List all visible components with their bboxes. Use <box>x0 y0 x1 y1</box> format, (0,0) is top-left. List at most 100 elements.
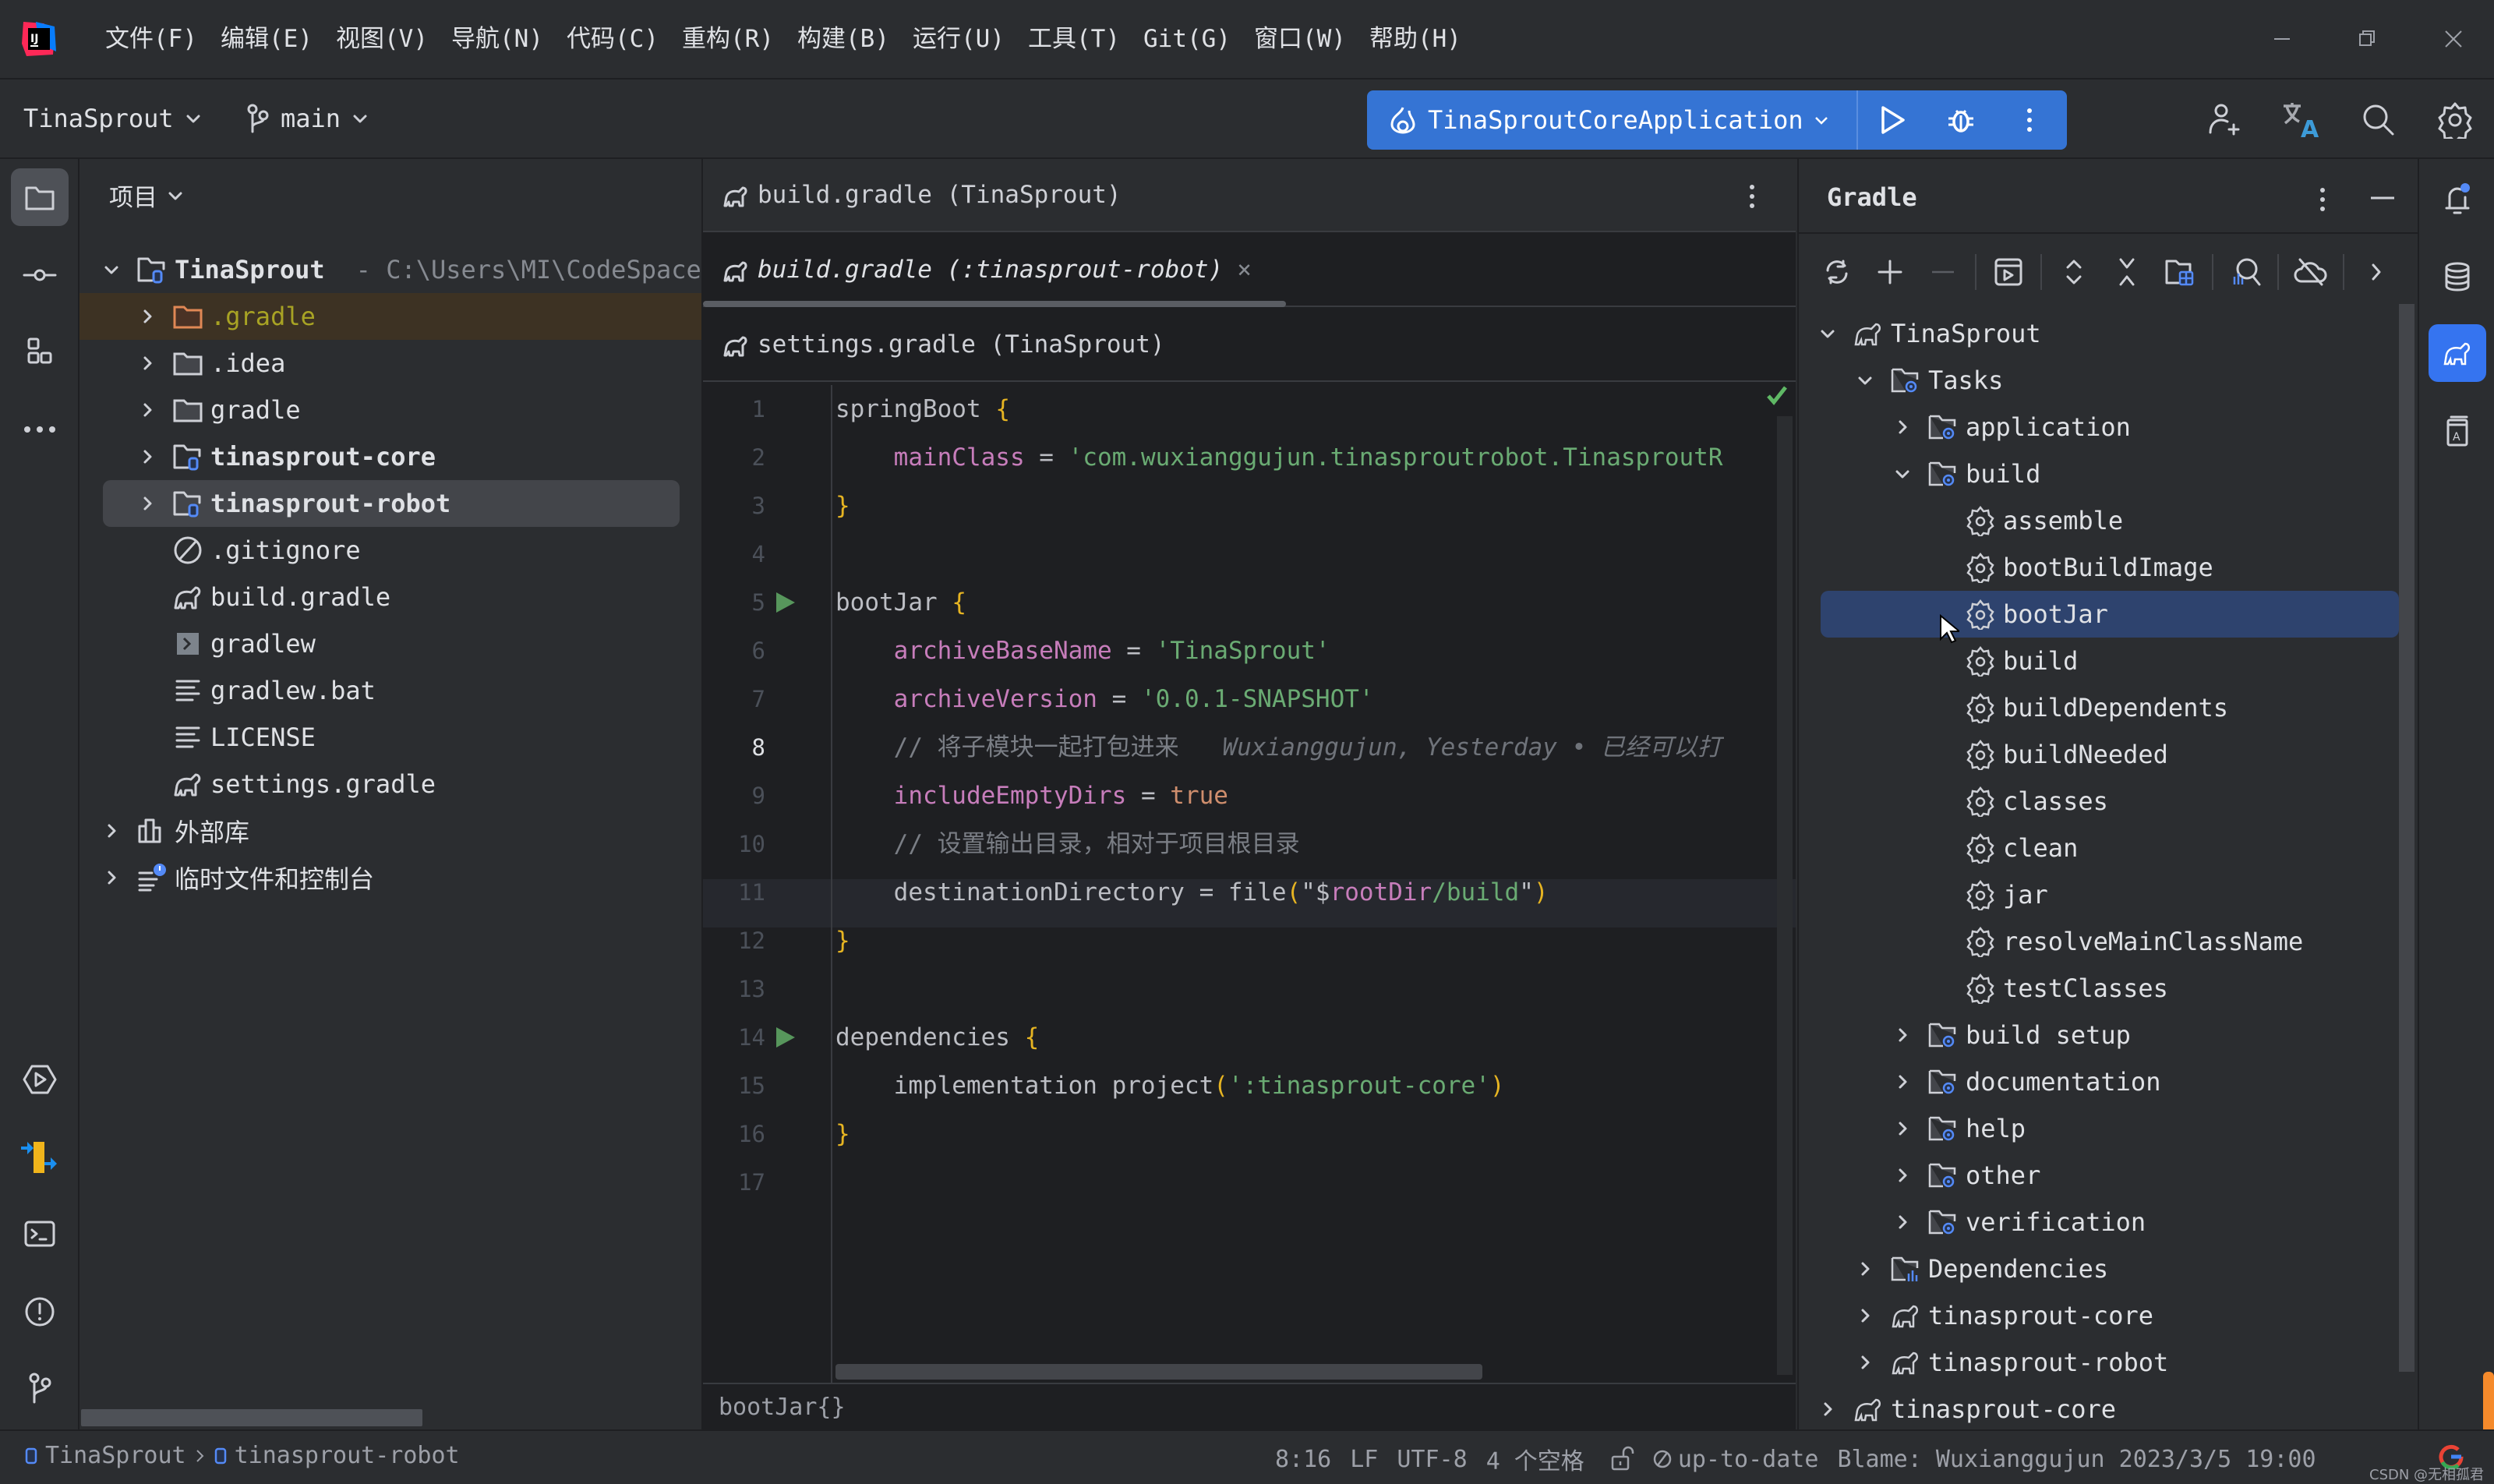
settings-button[interactable] <box>2433 98 2477 142</box>
menu-file[interactable]: 文件(F) <box>94 0 209 78</box>
structure-tool-button[interactable] <box>11 323 69 380</box>
run-gutter-icon[interactable] <box>775 1026 797 1049</box>
chevron-right-icon[interactable] <box>136 398 159 422</box>
code-line[interactable]: destinationDirectory = file("$rootDir/bu… <box>835 868 1549 917</box>
plugin-tool-button[interactable] <box>11 1129 69 1186</box>
project-tool-button[interactable] <box>11 168 69 226</box>
menu-git[interactable]: Git(G) <box>1132 0 1242 78</box>
chevron-right-icon[interactable] <box>136 445 159 468</box>
tree-item-tinasprout-robot[interactable]: tinasprout-robot <box>136 480 450 527</box>
gradle-tree-item[interactable]: bootBuildImage <box>1928 544 2213 591</box>
tree-item-external-libs[interactable]: 外部库 <box>100 807 249 854</box>
offline-mode-button[interactable] <box>2287 248 2335 296</box>
code-line[interactable]: // 设置输出目录，相对于项目根目录 <box>835 820 1300 868</box>
run-config-selector[interactable]: TinaSproutCoreApplication <box>1367 90 1858 150</box>
run-task-button[interactable] <box>1984 248 2033 296</box>
analyze-deps-button[interactable] <box>2221 248 2270 296</box>
run-gutter-icon[interactable] <box>775 591 797 614</box>
commit-tool-button[interactable] <box>11 246 69 304</box>
gradle-tree-item[interactable]: assemble <box>1928 497 2123 544</box>
nav-path-root[interactable]: TinaSprout <box>45 1442 186 1469</box>
menu-navigate[interactable]: 导航(N) <box>440 0 555 78</box>
chevron-down-icon[interactable] <box>1891 462 1914 486</box>
minimize-button[interactable] <box>2235 0 2329 78</box>
tree-item-settings-gradle[interactable]: settings.gradle <box>171 761 436 807</box>
chevron-right-icon[interactable] <box>1853 1351 1877 1374</box>
menu-edit[interactable]: 编辑(E) <box>209 0 324 78</box>
chevron-right-icon[interactable] <box>136 492 159 515</box>
code-line[interactable]: archiveVersion = '0.0.1-SNAPSHOT' <box>835 675 1374 723</box>
inspection-ok-checkmark-icon[interactable] <box>1766 385 1788 405</box>
menu-help[interactable]: 帮助(H) <box>1358 0 1473 78</box>
tree-item-license[interactable]: LICENSE <box>171 714 316 761</box>
tree-item-gradle-dir[interactable]: .gradle <box>136 293 316 340</box>
gradle-tree-item[interactable]: buildNeeded <box>1928 731 2168 778</box>
tree-item-tinasprout-core[interactable]: tinasprout-core <box>136 433 436 480</box>
gradle-tree-item[interactable]: TinaSprout <box>1816 310 2041 357</box>
chevron-right-icon[interactable] <box>1891 1070 1914 1094</box>
tree-item-gradle[interactable]: gradle <box>136 387 301 433</box>
reload-button[interactable] <box>1813 248 1861 296</box>
tree-item-gradlew[interactable]: gradlew <box>171 620 316 667</box>
hide-panel-icon[interactable] <box>2369 190 2396 206</box>
git-tool-button[interactable] <box>11 1359 69 1417</box>
menu-tools[interactable]: 工具(T) <box>1016 0 1132 78</box>
gradle-tree-item[interactable]: verification <box>1891 1199 2146 1246</box>
gradle-tree-item[interactable]: clean <box>1928 825 2078 871</box>
gradle-tree-item[interactable]: Tasks <box>1853 357 2003 404</box>
code-line[interactable]: } <box>835 917 850 965</box>
translate-dict-button[interactable]: A <box>2429 402 2486 460</box>
menu-view[interactable]: 视图(V) <box>324 0 440 78</box>
caret-position[interactable]: 8:16 <box>1275 1446 1331 1473</box>
collapse-all-button[interactable] <box>2103 248 2151 296</box>
run-more-button[interactable] <box>1995 90 2064 150</box>
lock-open-icon[interactable] <box>1609 1446 1636 1472</box>
code-line[interactable]: } <box>835 482 850 530</box>
gradle-tree-item[interactable]: Dependencies <box>1853 1246 2108 1292</box>
gradle-tree-item[interactable]: tinasprout-core <box>1816 1386 2116 1433</box>
translate-button[interactable]: A <box>2279 98 2323 142</box>
chevron-right-icon[interactable] <box>1891 1023 1914 1047</box>
chevron-down-icon[interactable] <box>1816 322 1839 345</box>
editor-tab-settings-gradle[interactable]: settings.gradle (TinaSprout) <box>703 309 1796 382</box>
tree-item-build-gradle[interactable]: build.gradle <box>171 574 390 620</box>
group-modules-button[interactable] <box>2156 248 2204 296</box>
menu-run[interactable]: 运行(U) <box>901 0 1016 78</box>
gradle-tree-item[interactable]: documentation <box>1891 1058 2160 1105</box>
file-encoding[interactable]: UTF-8 <box>1397 1446 1467 1473</box>
nav-path-module[interactable]: tinasprout-robot <box>235 1442 460 1469</box>
chevron-right-icon[interactable] <box>136 352 159 375</box>
chevron-right-icon[interactable] <box>1891 1117 1914 1140</box>
terminal-tool-button[interactable] <box>11 1205 69 1263</box>
tree-item-gitignore[interactable]: .gitignore <box>171 527 361 574</box>
gradle-tree-item[interactable]: tinasprout-robot <box>1853 1339 2168 1386</box>
branch-selector[interactable]: main <box>246 80 369 157</box>
code-line[interactable]: // 将子模块一起打包进来 Wuxianggujun, Yesterday • … <box>835 723 1724 772</box>
gradle-tree-item[interactable]: other <box>1891 1152 2040 1199</box>
intellij-logo-icon[interactable]: IJ <box>20 20 58 58</box>
code-line[interactable]: includeEmptyDirs = true <box>835 772 1228 820</box>
gradle-tree-item[interactable]: jar <box>1928 871 2048 918</box>
code-breadcrumb[interactable]: bootJar{} <box>719 1394 846 1421</box>
project-selector[interactable]: TinaSprout <box>23 80 202 157</box>
menu-code[interactable]: 代码(C) <box>555 0 670 78</box>
code-line[interactable]: springBoot { <box>835 385 1010 433</box>
horizontal-scrollbar[interactable] <box>835 1364 1482 1380</box>
debug-button[interactable] <box>1927 90 1995 150</box>
tabs-more-icon[interactable] <box>1747 181 1757 212</box>
more-vertical-icon[interactable] <box>2318 184 2327 215</box>
gradle-tree-item[interactable]: build setup <box>1891 1012 2131 1058</box>
tree-item-idea[interactable]: .idea <box>136 340 285 387</box>
vcs-status[interactable]: up-to-date <box>1651 1446 1818 1473</box>
editor-tab-build-gradle-root[interactable]: build.gradle (TinaSprout) <box>703 159 1796 232</box>
gradle-scrollbar[interactable] <box>2399 304 2415 1372</box>
code-line[interactable]: implementation project(':tinasprout-core… <box>835 1062 1505 1110</box>
code-line[interactable]: archiveBaseName = 'TinaSprout' <box>835 627 1330 675</box>
menu-refactor[interactable]: 重构(R) <box>670 0 786 78</box>
notifications-button[interactable] <box>2429 170 2486 228</box>
chevron-right-icon[interactable] <box>136 305 159 328</box>
code-line[interactable]: mainClass = 'com.wuxianggujun.tinasprout… <box>835 433 1724 482</box>
code-line[interactable]: dependencies { <box>835 1013 1039 1062</box>
chevron-down-icon[interactable] <box>100 258 123 281</box>
problems-tool-button[interactable] <box>11 1283 69 1341</box>
